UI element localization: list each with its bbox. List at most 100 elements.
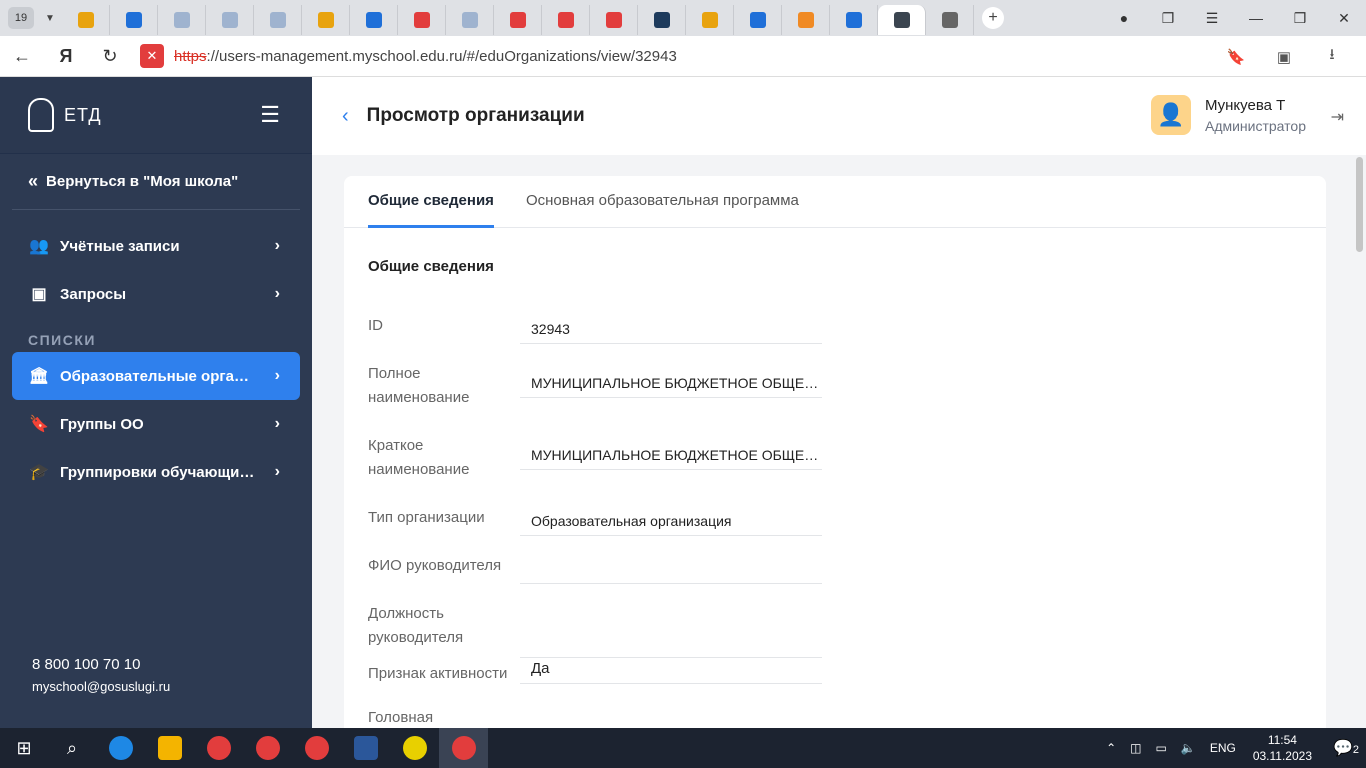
avatar: 👤 [1150,95,1191,135]
institution-icon: 🏛 [28,368,50,385]
insecure-lock-icon[interactable]: ✕ [140,44,164,68]
browser-tab[interactable] [638,5,686,35]
browser-tab[interactable] [926,5,974,35]
notification-icon[interactable]: 💬2 [1326,738,1366,758]
field-label: Признак активности [368,665,508,682]
cast-icon[interactable]: ▣ [1260,48,1308,66]
taskbar-app[interactable] [243,728,292,768]
search-icon[interactable]: ⌕ [48,738,96,759]
favicon-icon [221,12,238,28]
window-controls: ● ❐ ☰ — ❒ ✕ [1102,0,1366,36]
restore-icon[interactable]: ❒ [1278,10,1322,27]
url-field[interactable]: https://users-management.myschool.edu.ru… [174,48,677,65]
browser-tab[interactable] [398,5,446,35]
field-label: Должность руководителя [368,605,464,646]
app-icon [255,736,280,760]
sidebar-item-edu-organizations[interactable]: 🏛 Образовательные организации › [12,352,300,400]
logout-icon[interactable]: ⇥ [1331,107,1344,127]
app-icon [108,736,133,760]
contact-info: 8 800 100 70 10 myschool@gosuslugi.ru [32,656,170,694]
browser-tab[interactable] [734,5,782,35]
favicon-icon [845,12,862,28]
user-profile[interactable]: 👤 Мункуева Т Администратор [1150,95,1306,135]
back-chevron-icon[interactable]: ‹ [342,105,349,128]
field-value [520,554,822,584]
browser-tab[interactable] [686,5,734,35]
sidebar-item-requests[interactable]: ▣ Запросы › [12,270,300,318]
browser-tab[interactable] [254,5,302,35]
hamburger-menu-icon[interactable]: ☰ [260,102,280,128]
tab-list-dropdown-icon[interactable]: ▼ [38,7,62,29]
address-bar: ← Я ↻ ✕ https://users-management.myschoo… [0,36,1366,77]
tab-general-info[interactable]: Общие сведения [368,176,494,228]
browser-tab[interactable] [446,5,494,35]
bookmark-icon[interactable]: 🔖 [1212,48,1260,66]
sidebar-item-label: Образовательные организации [60,367,256,385]
tab-count-badge[interactable]: 19 [8,7,34,29]
clock[interactable]: 11:54 03.11.2023 [1253,732,1312,764]
page-scrollbar[interactable] [1356,157,1363,252]
chevron-right-icon: › [274,237,280,254]
camera-icon[interactable]: ◫ [1130,741,1141,755]
sidebar-item-groups[interactable]: 🔖 Группы ОО › [12,400,300,448]
content-tabs: Общие сведения Основная образовательная … [344,176,1326,228]
back-arrow-icon[interactable]: ← [0,46,44,67]
back-to-myschool-link[interactable]: « Вернуться в "Моя школа" [12,154,300,210]
close-icon[interactable]: ✕ [1322,10,1366,27]
collections-icon[interactable]: ❐ [1146,10,1190,27]
owl-logo-icon [28,98,54,132]
sidebar-item-label: Группировки обучающихся [60,463,256,481]
logo-text: ЕТД [64,104,102,125]
support-email[interactable]: myschool@gosuslugi.ru [32,679,170,694]
browser-tab[interactable] [350,5,398,35]
taskbar-app[interactable] [96,728,145,768]
tab-main-program[interactable]: Основная образовательная программа [526,176,799,228]
chevron-right-icon: › [274,285,280,302]
favicon-icon [413,12,430,28]
taskbar-app[interactable] [292,728,341,768]
browser-tab[interactable] [158,5,206,35]
windows-start-icon[interactable]: ⊞ [0,738,48,759]
browser-tab[interactable] [782,5,830,35]
favicon-icon [797,12,814,28]
chevron-up-icon[interactable]: ⌃ [1106,741,1116,755]
address-actions: 🔖 ▣ ⭳ [1212,36,1356,77]
field-value: МУНИЦИПАЛЬНОЕ БЮДЖЕТНОЕ ОБЩЕОБРАЗОВАТЕЛЬ… [520,440,822,470]
taskbar-app[interactable] [145,728,194,768]
app-icon [353,736,378,760]
browser-tab[interactable] [302,5,350,35]
browser-tab[interactable] [830,5,878,35]
sidebar-item-label: Группы ОО [60,415,144,433]
language-indicator[interactable]: ENG [1210,741,1236,755]
menu-icon[interactable]: ☰ [1190,10,1234,27]
browser-tab[interactable] [110,5,158,35]
taskbar-app[interactable] [341,728,390,768]
network-icon[interactable]: ▭ [1156,741,1167,755]
browser-tab[interactable] [62,5,110,35]
browser-tab[interactable] [542,5,590,35]
minimize-icon[interactable]: — [1234,10,1278,26]
back-link-label: Вернуться в "Моя школа" [46,173,239,190]
favicon-icon [893,12,910,28]
browser-tab[interactable] [494,5,542,35]
profile-icon[interactable]: ● [1102,10,1146,26]
support-phone[interactable]: 8 800 100 70 10 [32,656,170,673]
browser-tab[interactable] [878,5,926,35]
download-icon[interactable]: ⭳ [1308,44,1356,69]
taskbar-app[interactable] [439,728,488,768]
chevron-right-icon: › [274,415,280,432]
reload-icon[interactable]: ↻ [88,46,132,67]
new-tab-button[interactable]: + [982,7,1004,29]
sidebar-item-student-groupings[interactable]: 🎓 Группировки обучающихся › [12,448,300,496]
taskbar-app[interactable] [390,728,439,768]
users-icon: 👥 [29,238,49,255]
system-tray: ⌃ ◫ ▭ 🔈 ENG 11:54 03.11.2023 💬2 [1099,728,1366,768]
taskbar-app[interactable] [194,728,243,768]
inbox-icon: ▣ [31,286,47,303]
sidebar-item-accounts[interactable]: 👥 Учётные записи › [12,222,300,270]
browser-tab[interactable] [590,5,638,35]
yandex-icon[interactable]: Я [44,46,88,67]
field-value: Да [520,654,822,684]
volume-icon[interactable]: 🔈 [1181,741,1196,755]
browser-tab[interactable] [206,5,254,35]
